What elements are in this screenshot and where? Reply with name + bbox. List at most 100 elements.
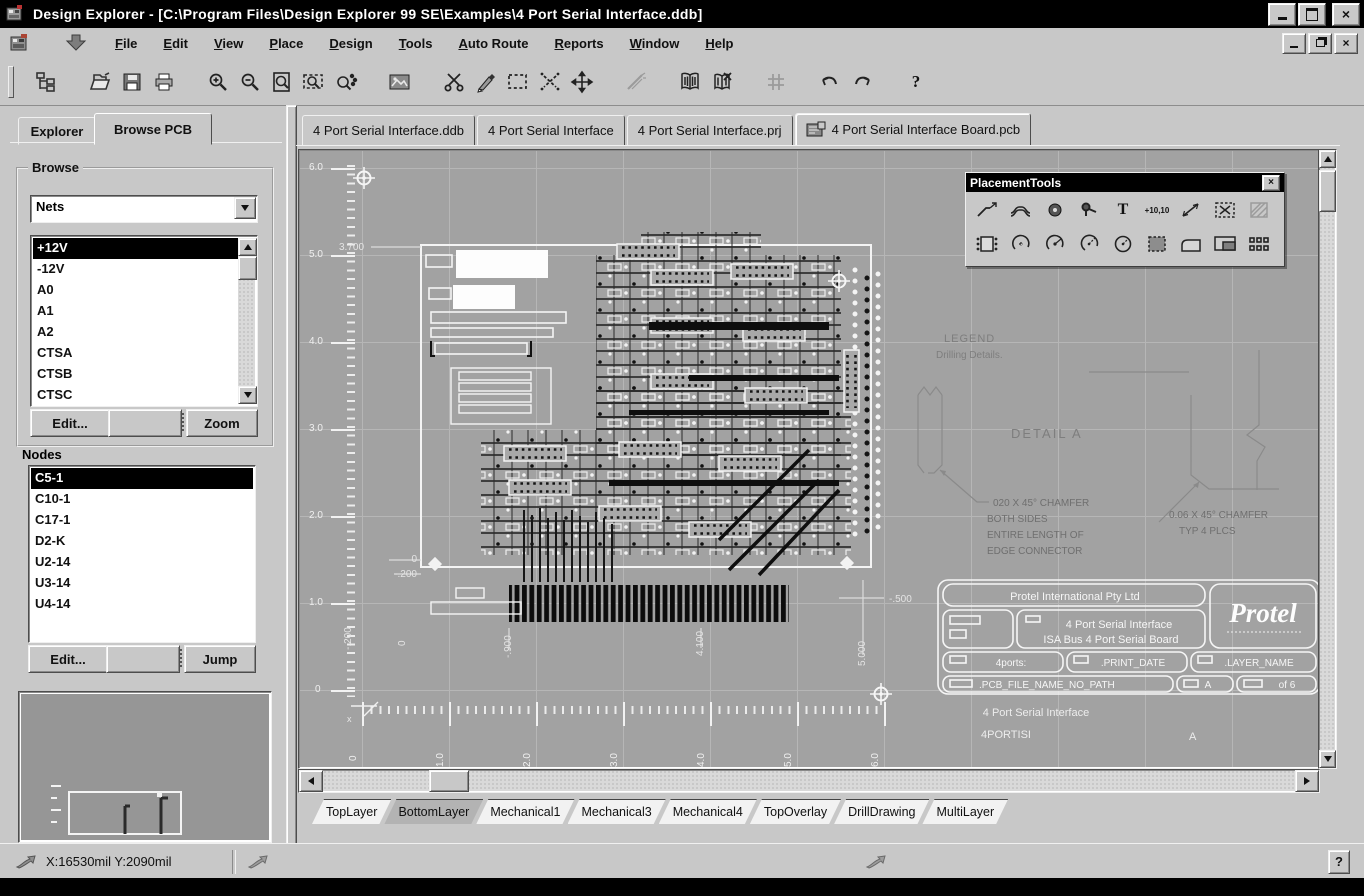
net-item[interactable]: +12V bbox=[33, 238, 238, 259]
placement-tools-titlebar[interactable]: PlacementTools × bbox=[966, 173, 1284, 192]
node-item[interactable]: U4-14 bbox=[31, 594, 253, 615]
undo-icon[interactable] bbox=[814, 67, 846, 97]
net-item[interactable]: CTSB bbox=[33, 364, 238, 385]
fill-tool[interactable] bbox=[1140, 227, 1174, 261]
string-tool[interactable]: T bbox=[1106, 193, 1140, 227]
document-icon[interactable] bbox=[8, 32, 30, 54]
child-close-button[interactable]: × bbox=[1334, 33, 1358, 54]
zoom-out-icon[interactable] bbox=[234, 67, 266, 97]
save-icon[interactable] bbox=[116, 67, 148, 97]
node-item[interactable]: C10-1 bbox=[31, 489, 253, 510]
zoom-document-icon[interactable] bbox=[266, 67, 298, 97]
horizontal-scroll-thumb[interactable] bbox=[429, 770, 469, 792]
maximize-button[interactable] bbox=[1298, 3, 1326, 26]
split-plane-tool[interactable] bbox=[1208, 227, 1242, 261]
minimize-button[interactable] bbox=[1268, 3, 1296, 26]
doc-tab-ddb[interactable]: 4 Port Serial Interface.ddb bbox=[302, 115, 475, 146]
nets-listbox[interactable]: +12V -12V A0 A1 A2 CTSA CTSB CTSC bbox=[30, 235, 258, 407]
net-item[interactable]: CTSC bbox=[33, 385, 238, 404]
coordinate-tool[interactable]: +10,10 bbox=[1140, 193, 1174, 227]
horizontal-scrollbar[interactable] bbox=[298, 769, 1320, 793]
scroll-down-button[interactable] bbox=[1319, 750, 1336, 768]
layer-tab-drilldrawing[interactable]: DrillDrawing bbox=[834, 799, 929, 824]
tab-browse-pcb[interactable]: Browse PCB bbox=[94, 113, 212, 145]
layer-tab-mechanical1[interactable]: Mechanical1 bbox=[476, 799, 574, 824]
help-balloon-icon[interactable]: ? bbox=[1328, 850, 1350, 874]
nodes-jump-button[interactable]: Jump bbox=[184, 645, 256, 673]
scroll-up-button[interactable] bbox=[1319, 150, 1336, 168]
browse-type-dropdown-button[interactable] bbox=[234, 197, 256, 219]
move-icon[interactable] bbox=[566, 67, 598, 97]
layer-tab-toplayer[interactable]: TopLayer bbox=[312, 799, 391, 824]
vertical-scroll-thumb[interactable] bbox=[1319, 170, 1336, 212]
nodes-spacer-button[interactable] bbox=[106, 645, 180, 673]
doc-tab-sch[interactable]: 4 Port Serial Interface bbox=[477, 115, 625, 146]
menu-reports[interactable]: Reports bbox=[546, 32, 613, 55]
scroll-left-button[interactable] bbox=[299, 770, 323, 792]
vertical-scrollbar[interactable] bbox=[1318, 149, 1337, 769]
nets-scroll-up[interactable] bbox=[238, 238, 257, 256]
grid-icon[interactable] bbox=[760, 67, 792, 97]
layer-tab-mechanical3[interactable]: Mechanical3 bbox=[568, 799, 666, 824]
toolbar-grip[interactable] bbox=[8, 66, 14, 98]
print-icon[interactable] bbox=[148, 67, 180, 97]
menu-window[interactable]: Window bbox=[621, 32, 689, 55]
node-item[interactable]: U3-14 bbox=[31, 573, 253, 594]
zoom-area-icon[interactable] bbox=[298, 67, 330, 97]
title-bar[interactable]: Design Explorer - [C:\Program Files\Desi… bbox=[0, 0, 1364, 28]
pad-array-tool[interactable] bbox=[1242, 227, 1276, 261]
child-restore-button[interactable] bbox=[1308, 33, 1332, 54]
zoom-in-icon[interactable] bbox=[202, 67, 234, 97]
node-item[interactable]: D2-K bbox=[31, 531, 253, 552]
node-item[interactable]: C5-1 bbox=[31, 468, 253, 489]
layer-tab-mechanical4[interactable]: Mechanical4 bbox=[659, 799, 757, 824]
zoom-point-icon[interactable] bbox=[330, 67, 362, 97]
menu-tools[interactable]: Tools bbox=[390, 32, 442, 55]
scroll-right-button[interactable] bbox=[1295, 770, 1319, 792]
doc-tab-pcb[interactable]: 4 Port Serial Interface Board.pcb bbox=[795, 113, 1032, 146]
design-tree-icon[interactable] bbox=[30, 67, 62, 97]
nets-scroll-thumb[interactable] bbox=[238, 256, 257, 280]
fill-hatched-tool[interactable] bbox=[1242, 193, 1276, 227]
pcb-canvas[interactable]: 6.0 5.0 4.0 3.0 2.0 1.0 0 0 1.0 2.0 3.0 … bbox=[298, 149, 1320, 769]
menu-place[interactable]: Place bbox=[260, 32, 312, 55]
net-preview-panel[interactable] bbox=[18, 691, 272, 843]
child-minimize-button[interactable] bbox=[1282, 33, 1306, 54]
net-item[interactable]: CTSA bbox=[33, 343, 238, 364]
placement-tools-close-button[interactable]: × bbox=[1262, 175, 1280, 191]
library-edit-icon[interactable] bbox=[706, 67, 738, 97]
net-item[interactable]: A1 bbox=[33, 301, 238, 322]
full-circle-tool[interactable] bbox=[1106, 227, 1140, 261]
menu-edit[interactable]: Edit bbox=[154, 32, 197, 55]
close-button[interactable]: × bbox=[1332, 3, 1360, 26]
paste-icon[interactable] bbox=[470, 67, 502, 97]
interactive-wire-icon[interactable] bbox=[620, 67, 652, 97]
bitmap-icon[interactable] bbox=[384, 67, 416, 97]
via-tool[interactable] bbox=[1072, 193, 1106, 227]
library-icon[interactable] bbox=[674, 67, 706, 97]
arc-center-tool[interactable] bbox=[1004, 227, 1038, 261]
menu-file[interactable]: File bbox=[106, 32, 146, 55]
layer-tab-bottomlayer[interactable]: BottomLayer bbox=[384, 799, 483, 824]
net-item[interactable]: -12V bbox=[33, 259, 238, 280]
layer-tab-multilayer[interactable]: MultiLayer bbox=[922, 799, 1008, 824]
help-icon[interactable]: ? bbox=[900, 67, 932, 97]
nodes-edit-button[interactable]: Edit... bbox=[28, 645, 108, 673]
placement-tools-palette[interactable]: PlacementTools × T +10,10 bbox=[965, 172, 1285, 267]
menu-view[interactable]: View bbox=[205, 32, 252, 55]
nets-edit-button[interactable]: Edit... bbox=[30, 409, 110, 437]
arc-angle-tool[interactable] bbox=[1072, 227, 1106, 261]
doc-tab-prj[interactable]: 4 Port Serial Interface.prj bbox=[627, 115, 793, 146]
nets-scrollbar[interactable] bbox=[238, 238, 255, 404]
tab-explorer[interactable]: Explorer bbox=[18, 117, 96, 145]
open-icon[interactable] bbox=[84, 67, 116, 97]
select-area-icon[interactable] bbox=[502, 67, 534, 97]
interactive-routing-tool[interactable] bbox=[970, 193, 1004, 227]
layer-tab-topoverlay[interactable]: TopOverlay bbox=[750, 799, 841, 824]
deselect-icon[interactable] bbox=[534, 67, 566, 97]
net-item[interactable]: A2 bbox=[33, 322, 238, 343]
menu-autoroute[interactable]: Auto Route bbox=[449, 32, 537, 55]
component-tool[interactable] bbox=[970, 227, 1004, 261]
dimension-tool[interactable] bbox=[1174, 193, 1208, 227]
cut-icon[interactable] bbox=[438, 67, 470, 97]
